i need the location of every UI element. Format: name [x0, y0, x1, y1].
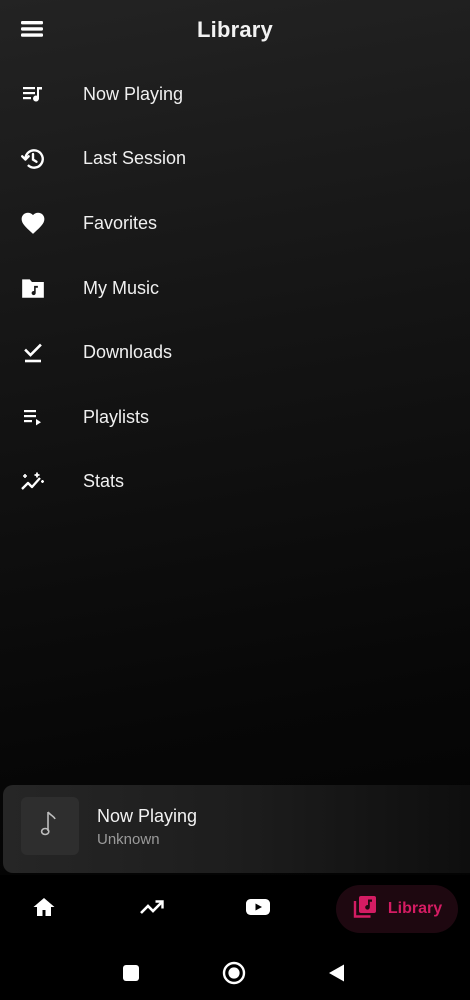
- menu-item-label: Stats: [83, 471, 125, 492]
- menu-item-label: My Music: [83, 277, 159, 298]
- menu-item-favorites[interactable]: Favorites: [0, 191, 470, 256]
- history-icon: [20, 146, 46, 172]
- menu-item-downloads[interactable]: Downloads: [0, 320, 470, 385]
- home-icon: [32, 896, 56, 923]
- recents-square-icon[interactable]: [119, 961, 143, 985]
- trending-up-icon: [139, 897, 165, 922]
- menu-item-label: Last Session: [83, 148, 187, 169]
- nav-trending-button[interactable]: [138, 885, 166, 933]
- music-note-icon: [40, 809, 60, 844]
- album-art: [21, 797, 79, 855]
- menu-item-now-playing[interactable]: Now Playing: [0, 62, 470, 127]
- menu-item-label: Favorites: [83, 212, 158, 233]
- system-navigation-bar: [0, 945, 470, 1000]
- menu-item-label: Now Playing: [83, 83, 184, 104]
- menu-item-last-session[interactable]: Last Session: [0, 127, 470, 192]
- download-done-icon: [20, 340, 46, 366]
- menu-item-playlists[interactable]: Playlists: [0, 385, 470, 450]
- insights-icon: [20, 469, 46, 495]
- bottom-navigation: Library: [0, 875, 470, 945]
- nav-library-label: Library: [387, 900, 443, 917]
- nav-youtube-button[interactable]: [244, 885, 272, 933]
- app-screen: Library Now Playing Last Session Favorit…: [0, 0, 470, 1000]
- menu-item-label: Downloads: [83, 342, 173, 363]
- menu-item-stats[interactable]: Stats: [0, 450, 470, 515]
- page-title: Library: [197, 17, 273, 42]
- queue-music-icon: [20, 81, 46, 107]
- menu-item-my-music[interactable]: My Music: [0, 256, 470, 321]
- nav-library-button[interactable]: Library: [336, 885, 458, 933]
- home-circle-icon[interactable]: [222, 961, 246, 985]
- youtube-icon: [245, 897, 271, 922]
- playlist-play-icon: [20, 404, 46, 430]
- app-header: Library: [0, 0, 470, 62]
- back-triangle-icon[interactable]: [325, 961, 349, 985]
- library-music-icon: [352, 894, 378, 925]
- mini-player[interactable]: Now Playing Unknown: [3, 785, 470, 873]
- library-menu: Now Playing Last Session Favorites My Mu…: [0, 62, 470, 514]
- mini-player-subtitle: Unknown: [97, 831, 160, 848]
- nav-home-button[interactable]: [30, 885, 58, 933]
- heart-icon: [20, 210, 46, 236]
- music-folder-icon: [20, 275, 46, 301]
- mini-player-title: Now Playing: [97, 806, 198, 826]
- menu-item-label: Playlists: [83, 406, 150, 427]
